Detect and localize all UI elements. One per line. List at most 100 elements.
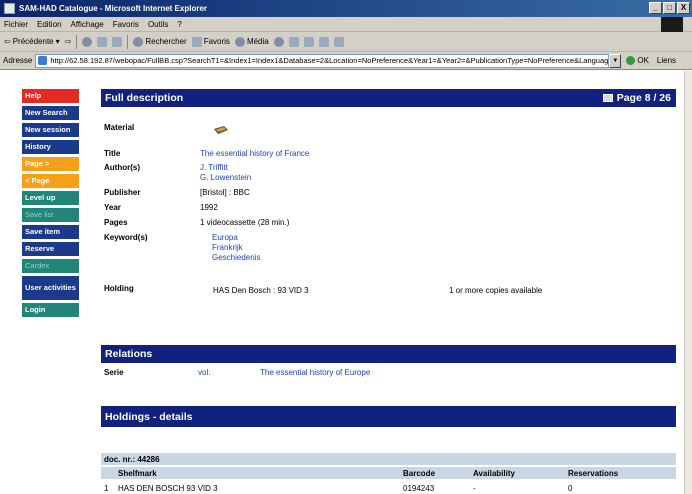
minimize-button[interactable]: _ xyxy=(649,2,662,14)
url-dropdown-button[interactable]: ▼ xyxy=(609,53,622,68)
sidebar-item-history[interactable]: History xyxy=(22,140,79,154)
window-titlebar: SAM-HAD Catalogue - Microsoft Internet E… xyxy=(0,0,692,17)
search-label: Rechercher xyxy=(145,37,187,46)
maximize-button[interactable]: □ xyxy=(663,2,676,14)
relations-header: Relations xyxy=(101,345,676,363)
menu-file[interactable]: Fichier xyxy=(4,20,28,29)
back-button[interactable]: ⇦ Précédente ▾ xyxy=(4,37,60,46)
address-label: Adresse xyxy=(3,56,33,65)
row-availability: - xyxy=(473,484,476,493)
year-label: Year xyxy=(104,203,121,212)
media-button[interactable]: Média xyxy=(234,36,269,47)
url-text: http://62.58.192.87/webopac/FullBB.csp?S… xyxy=(50,56,610,65)
keyword-link[interactable]: Europa xyxy=(212,233,238,242)
serie-vol-link[interactable]: vol. xyxy=(198,368,210,377)
links-button[interactable]: Liens xyxy=(657,56,676,65)
mail-icon[interactable] xyxy=(288,36,299,47)
row-reservations: 0 xyxy=(568,484,573,493)
page-indicator-group: Page 8 / 26 xyxy=(602,92,671,104)
favorites-icon xyxy=(191,36,202,47)
refresh-icon[interactable] xyxy=(97,36,108,47)
stop-icon[interactable] xyxy=(82,36,93,47)
serie-title-link[interactable]: The essential history of Europe xyxy=(260,368,370,377)
publisher-label: Publisher xyxy=(104,188,141,197)
browser-toolbar: ⇦ Précédente ▾ ⇨ Rechercher Favoris Médi… xyxy=(0,32,692,52)
pages-value: 1 videocassette (28 min.) xyxy=(200,218,290,227)
go-arrow-icon xyxy=(626,56,636,65)
sidebar-item-save-list: Save list xyxy=(22,208,79,222)
favorites-button[interactable]: Favoris xyxy=(191,36,230,47)
holding-location: HAS Den Bosch : 93 VID 3 xyxy=(213,286,309,295)
sidebar-item-help[interactable]: Help xyxy=(22,89,79,103)
holdings-details-header: Holdings - details xyxy=(101,406,676,427)
sidebar-item-reserve[interactable]: Reserve xyxy=(22,242,79,256)
keywords-label: Keyword(s) xyxy=(104,233,148,242)
close-button[interactable]: X xyxy=(677,2,690,14)
year-value: 1992 xyxy=(200,203,218,212)
favorites-label: Favoris xyxy=(203,37,230,46)
chevron-down-icon: ▾ xyxy=(55,37,60,46)
forward-button[interactable]: ⇨ xyxy=(65,37,72,46)
holdings-table-header: Shelfmark Barcode Availability Reservati… xyxy=(101,467,676,479)
title-label: Title xyxy=(104,149,121,158)
full-description-title: Full description xyxy=(105,92,184,104)
edit-icon[interactable] xyxy=(318,36,329,47)
search-button[interactable]: Rechercher xyxy=(133,36,187,47)
history-icon[interactable] xyxy=(273,36,284,47)
row-barcode: 0194243 xyxy=(403,484,435,493)
media-icon xyxy=(234,36,245,47)
author-link[interactable]: J. Triffitt xyxy=(200,163,228,172)
author-link[interactable]: G. Lowenstein xyxy=(200,173,251,182)
full-description-header: Full description Page 8 / 26 xyxy=(101,89,676,107)
ie-app-icon xyxy=(4,3,15,14)
forward-arrow-icon: ⇨ xyxy=(64,37,72,46)
menu-edit[interactable]: Edition xyxy=(37,20,61,29)
row-number: 1 xyxy=(104,484,109,493)
back-label: Précédente xyxy=(12,37,54,46)
videocassette-icon xyxy=(214,126,228,134)
sidebar-item-page-prev[interactable]: < Page xyxy=(22,174,79,188)
vertical-scrollbar[interactable] xyxy=(684,71,692,494)
url-field[interactable]: http://62.58.192.87/webopac/FullBB.csp?S… xyxy=(35,53,610,68)
doc-number-row: doc. nr.: 44286 xyxy=(101,453,676,465)
search-icon xyxy=(133,36,144,47)
menu-favorites[interactable]: Favoris xyxy=(113,20,139,29)
column-header-barcode: Barcode xyxy=(403,469,436,478)
sidebar-item-save-item[interactable]: Save item xyxy=(22,225,79,239)
home-icon[interactable] xyxy=(112,36,123,47)
sidebar-item-login[interactable]: Login xyxy=(22,303,79,317)
sidebar-nav: Help New Search New session History Page… xyxy=(22,89,79,320)
windows-logo-icon xyxy=(661,17,683,32)
sidebar-item-new-session[interactable]: New session xyxy=(22,123,79,137)
sidebar-item-page-next[interactable]: Page > xyxy=(22,157,79,171)
serie-label: Serie xyxy=(104,368,124,377)
keyword-link[interactable]: Geschiedenis xyxy=(212,253,260,262)
authors-label: Author(s) xyxy=(104,163,140,172)
discuss-icon[interactable] xyxy=(333,36,344,47)
toolbar-separator xyxy=(127,34,129,49)
go-label: OK xyxy=(637,56,649,65)
title-link[interactable]: The essential history of France xyxy=(200,149,309,158)
window-controls: _ □ X xyxy=(649,2,690,14)
menu-help[interactable]: ? xyxy=(177,20,181,29)
page-content xyxy=(0,71,692,494)
page-indicator: Page 8 / 26 xyxy=(616,92,671,104)
back-arrow-icon: ⇦ xyxy=(4,37,11,46)
go-button[interactable]: OK xyxy=(626,56,649,65)
menu-bar: Fichier Edition Affichage Favoris Outils… xyxy=(0,17,692,32)
holding-status: 1 or more copies available xyxy=(449,286,543,295)
column-header-availability: Availability xyxy=(473,469,515,478)
sidebar-item-level-up[interactable]: Level up xyxy=(22,191,79,205)
print-icon[interactable] xyxy=(303,36,314,47)
menu-tools[interactable]: Outils xyxy=(148,20,168,29)
holding-label: Holding xyxy=(104,284,134,293)
sidebar-item-new-search[interactable]: New Search xyxy=(22,106,79,120)
keyword-link[interactable]: Frankrijk xyxy=(212,243,243,252)
row-shelfmark: HAS DEN BOSCH 93 VID 3 xyxy=(118,484,218,493)
address-bar: Adresse http://62.58.192.87/webopac/Full… xyxy=(0,52,692,70)
doc-number: doc. nr.: 44286 xyxy=(104,455,160,464)
menu-view[interactable]: Affichage xyxy=(70,20,103,29)
sidebar-item-user-activities[interactable]: User activities xyxy=(22,276,79,300)
print-icon[interactable] xyxy=(602,94,613,102)
sidebar-item-cardex: Cardex xyxy=(22,259,79,273)
